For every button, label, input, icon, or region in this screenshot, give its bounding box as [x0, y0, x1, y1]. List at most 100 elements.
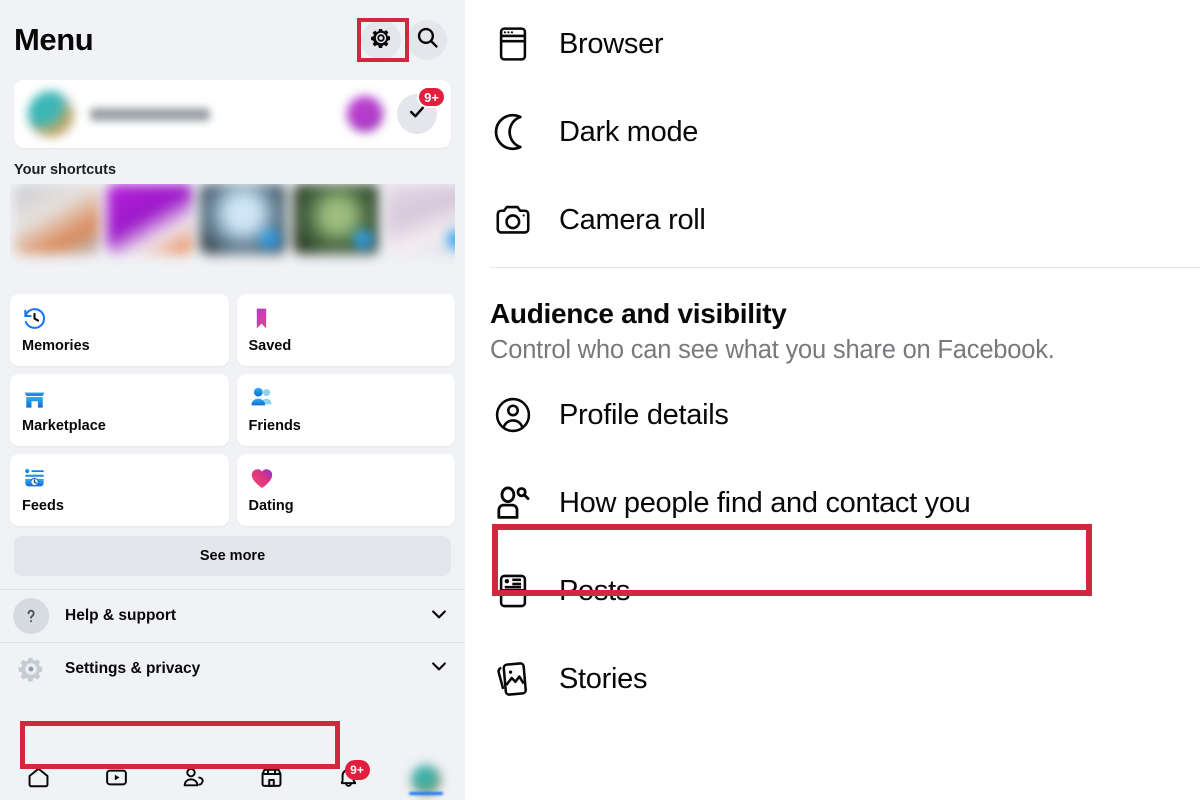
shortcut-thumbnail — [386, 184, 455, 254]
saved-bookmark-icon — [249, 305, 444, 331]
check-status-button[interactable]: 9+ — [397, 86, 446, 134]
shortcuts-heading: Your shortcuts — [14, 162, 117, 178]
settings-detail-panel: Browser Dark mode Camera roll Audience a… — [465, 0, 1200, 800]
settings-item-posts[interactable]: Posts — [465, 547, 1200, 635]
list-item[interactable] — [14, 184, 100, 286]
list-item[interactable] — [107, 184, 193, 286]
tile-marketplace[interactable]: Marketplace — [10, 374, 229, 446]
settings-item-label: Stories — [559, 662, 648, 695]
nav-video[interactable] — [78, 760, 156, 800]
question-mark-icon — [13, 598, 49, 634]
shortcut-caption — [200, 259, 286, 281]
tile-label: Friends — [248, 418, 301, 434]
camera-icon — [490, 197, 536, 243]
feeds-icon — [22, 465, 217, 491]
tile-friends[interactable]: Friends — [236, 374, 455, 446]
settings-item-label: Camera roll — [559, 203, 706, 236]
search-icon — [415, 25, 440, 55]
settings-item-label: How people find and contact you — [559, 486, 971, 519]
marketplace-storefront-icon — [22, 385, 217, 411]
gear-icon — [369, 26, 393, 55]
posts-card-icon — [490, 568, 536, 614]
settings-item-label: Profile details — [559, 398, 729, 431]
chevron-down-icon — [429, 656, 449, 681]
shortcut-caption — [14, 259, 100, 281]
settings-item-browser[interactable]: Browser — [465, 0, 1200, 88]
settings-item-camera-roll[interactable]: Camera roll — [465, 176, 1200, 264]
shortcut-thumbnail — [293, 184, 379, 254]
list-item[interactable] — [200, 184, 286, 286]
settings-item-profile-details[interactable]: Profile details — [465, 371, 1200, 459]
shortcut-caption — [293, 259, 379, 281]
nav-profile[interactable] — [388, 760, 466, 800]
search-button[interactable] — [407, 20, 447, 60]
shortcut-badge-icon — [261, 230, 280, 249]
sidebar-item-label: Settings & privacy — [65, 659, 201, 677]
nav-friends[interactable] — [155, 760, 233, 800]
home-icon — [26, 765, 51, 795]
avatar — [28, 91, 74, 137]
profile-name-redacted — [90, 107, 210, 121]
list-item[interactable] — [386, 184, 455, 286]
shortcut-caption — [107, 259, 193, 281]
marketplace-icon — [259, 765, 284, 795]
settings-gear-button[interactable] — [361, 20, 401, 60]
tile-dating[interactable]: Dating — [236, 454, 455, 526]
tile-memories[interactable]: Memories — [10, 294, 229, 366]
browser-window-icon — [490, 21, 536, 67]
tile-saved[interactable]: Saved — [236, 294, 455, 366]
settings-item-how-people-find-you[interactable]: How people find and contact you — [465, 459, 1200, 547]
shortcut-badge-icon — [447, 230, 455, 249]
settings-item-dark-mode[interactable]: Dark mode — [465, 88, 1200, 176]
video-icon — [104, 765, 129, 795]
tile-label: Marketplace — [22, 418, 106, 434]
moon-icon — [490, 109, 536, 155]
menu-panel: Menu 9+ Your shortcuts Memories Saved Ma… — [0, 0, 465, 800]
screenshot-root: Menu 9+ Your shortcuts Memories Saved Ma… — [0, 0, 1200, 800]
shortcut-caption — [386, 259, 455, 281]
profile-avatar — [411, 765, 442, 795]
friends-people-icon — [249, 385, 444, 411]
shortcuts-row[interactable] — [10, 184, 455, 286]
tile-feeds[interactable]: Feeds — [10, 454, 229, 526]
active-tab-indicator — [409, 792, 444, 795]
shortcut-thumbnail — [200, 184, 286, 254]
sidebar-item-label: Help & support — [65, 607, 177, 624]
section-title: Audience and visibility — [490, 298, 787, 329]
person-circle-icon — [490, 392, 536, 438]
nav-notifications[interactable]: 9+ — [310, 760, 388, 800]
stories-photo-icon — [490, 656, 536, 702]
settings-item-label: Posts — [559, 574, 631, 607]
tile-label: Memories — [22, 338, 90, 354]
menu-header: Menu — [0, 0, 465, 80]
shortcut-thumbnail — [107, 184, 193, 254]
sidebar-item-help-support[interactable]: Help & support — [0, 590, 465, 642]
shortcut-thumbnail — [14, 184, 100, 254]
profile-card[interactable]: 9+ — [14, 80, 451, 148]
notification-badge: 9+ — [344, 760, 370, 780]
shortcut-badge-icon — [354, 230, 373, 249]
story-avatar[interactable] — [347, 96, 383, 132]
list-item[interactable] — [293, 184, 379, 286]
gear-icon — [13, 651, 49, 687]
page-title: Menu — [14, 22, 94, 57]
sidebar-item-settings-privacy[interactable]: Settings & privacy — [0, 642, 465, 694]
settings-item-stories[interactable]: Stories — [465, 635, 1200, 723]
nav-marketplace[interactable] — [233, 760, 311, 800]
tile-label: Feeds — [22, 498, 64, 514]
tile-label: Dating — [248, 498, 294, 514]
tile-label: Saved — [248, 338, 292, 354]
menu-tile-grid: Memories Saved Marketplace Friends Feeds… — [10, 294, 455, 526]
friends-icon — [181, 765, 207, 796]
person-search-icon — [490, 480, 536, 526]
nav-home[interactable] — [0, 760, 78, 800]
chevron-down-icon — [429, 604, 449, 629]
settings-item-label: Dark mode — [559, 115, 699, 148]
status-badge: 9+ — [417, 86, 446, 108]
audience-visibility-section-header: Audience and visibility Control who can … — [465, 268, 1200, 371]
see-more-button[interactable]: See more — [14, 536, 451, 576]
bottom-navigation-bar: 9+ — [0, 760, 465, 800]
section-subtitle: Control who can see what you share on Fa… — [490, 336, 1055, 364]
memories-clock-icon — [22, 305, 217, 331]
dating-heart-icon — [249, 465, 444, 491]
